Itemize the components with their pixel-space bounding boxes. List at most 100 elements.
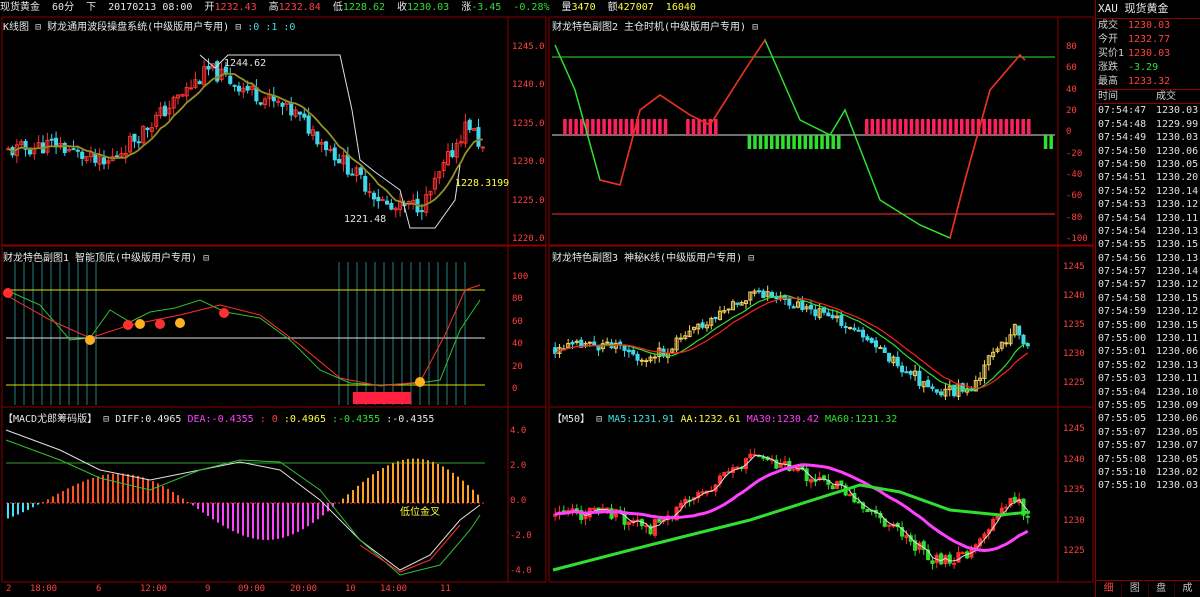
candle-body bbox=[1004, 342, 1009, 345]
tick-price: 1230.11 bbox=[1156, 212, 1199, 224]
osc-bar-up bbox=[999, 119, 1003, 135]
diff-value: 0.4965 bbox=[145, 414, 182, 425]
osc-line-red bbox=[949, 53, 1026, 239]
tick-time: 07:54:54 bbox=[1098, 212, 1147, 224]
osc-bar-up bbox=[881, 119, 886, 135]
tick-time: 07:54:50 bbox=[1098, 158, 1147, 170]
y-tick-label: 80 bbox=[1066, 42, 1077, 52]
ma60-label: MA60: bbox=[824, 414, 856, 425]
tick-price: 1230.13 bbox=[1156, 359, 1199, 371]
quote-row: 涨跌 -3.29 bbox=[1098, 61, 1200, 75]
tick-price: 1230.14 bbox=[1156, 266, 1199, 278]
collapse-icon[interactable]: ⊟ bbox=[103, 414, 109, 425]
kline-indicator-name: 财龙通用波段操盘系统(中级版用户专用) bbox=[47, 22, 230, 33]
tick-time: 07:55:00 bbox=[1098, 319, 1147, 331]
tick-row: 07:54:51 1230.20 bbox=[1098, 171, 1200, 184]
osc-bar-down bbox=[797, 135, 802, 149]
sub3-line-green bbox=[554, 295, 1029, 391]
candle-body bbox=[389, 203, 394, 210]
quote-row-label: 买价1 bbox=[1098, 48, 1125, 59]
y-tick-label: -40 bbox=[1066, 170, 1083, 180]
signal-block bbox=[353, 392, 411, 404]
ticks-header-price: 成交 bbox=[1156, 91, 1176, 102]
tick-price: 1230.05 bbox=[1156, 453, 1199, 465]
ticks-header-time: 时间 bbox=[1098, 91, 1118, 102]
tick-price: 1230.11 bbox=[1156, 333, 1199, 345]
candle-body bbox=[761, 290, 766, 299]
tick-row: 07:55:03 1230.11 bbox=[1098, 372, 1200, 385]
collapse-icon[interactable]: ⊟ bbox=[35, 22, 41, 33]
quote-tabs: 细图盘成 bbox=[1096, 580, 1200, 597]
quote-tab[interactable]: 细 bbox=[1096, 581, 1123, 597]
osc-bar-down bbox=[753, 135, 757, 149]
candle-body bbox=[197, 81, 202, 85]
candle-body bbox=[631, 350, 636, 355]
tick-time: 07:54:54 bbox=[1098, 225, 1147, 237]
candle-body bbox=[644, 525, 649, 528]
quote-tab[interactable]: 图 bbox=[1122, 581, 1149, 597]
y-tick-label: 1235 bbox=[1063, 485, 1085, 495]
charts-canvas[interactable] bbox=[0, 0, 1095, 597]
osc-bar-up bbox=[954, 119, 958, 135]
osc-bar-up bbox=[568, 119, 573, 135]
candle-body bbox=[635, 353, 640, 361]
osc-bar-up bbox=[904, 119, 908, 135]
osc-bar-up bbox=[926, 119, 930, 135]
osc-bar-up bbox=[714, 119, 718, 135]
y-tick-label: 1225 bbox=[1063, 546, 1085, 556]
candle-body bbox=[605, 507, 610, 510]
candle-body bbox=[882, 347, 887, 354]
osc-bar-up bbox=[876, 119, 880, 135]
osc-bar-up bbox=[624, 119, 629, 135]
tick-row: 07:54:59 1230.12 bbox=[1098, 305, 1200, 318]
candle-body bbox=[678, 502, 683, 508]
smiley-icon bbox=[85, 335, 95, 345]
tick-row: 07:54:50 1230.05 bbox=[1098, 158, 1200, 171]
sub2-title: 财龙特色副图2 主仓时机(中级版用户专用) ⊟ bbox=[552, 18, 758, 33]
tick-time: 07:55:07 bbox=[1098, 440, 1147, 452]
candle-body bbox=[791, 306, 796, 309]
sub1-title: 财龙特色副图1 智能顶底(中级版用户专用) ⊟ bbox=[3, 249, 209, 264]
collapse-icon[interactable]: ⊟ bbox=[748, 253, 754, 264]
candle-body bbox=[592, 341, 597, 346]
collapse-icon[interactable]: ⊟ bbox=[752, 22, 758, 33]
collapse-icon[interactable]: ⊟ bbox=[203, 253, 209, 264]
x-tick-label: 14:00 bbox=[380, 584, 408, 594]
tick-time: 07:54:55 bbox=[1098, 239, 1147, 251]
tick-price: 1230.06 bbox=[1156, 346, 1199, 358]
x-tick-label: 2 bbox=[6, 584, 12, 594]
collapse-icon[interactable]: ⊟ bbox=[235, 22, 241, 33]
candle-body bbox=[570, 508, 575, 511]
osc-bar-up bbox=[1027, 119, 1031, 135]
candle-body bbox=[939, 553, 944, 565]
collapse-icon[interactable]: ⊟ bbox=[596, 414, 602, 425]
ma60-value: 1231.32 bbox=[855, 414, 898, 425]
candle-body bbox=[1012, 496, 1017, 503]
tick-list[interactable]: 07:54:47 1230.03 07:54:48 1229.99 07:54:49 12… bbox=[1096, 103, 1200, 492]
kline-low-marker: 1221.48 bbox=[344, 214, 387, 225]
diff-label: DIFF: bbox=[115, 414, 146, 425]
candle-body bbox=[49, 138, 54, 141]
tick-row: 07:55:07 1230.05 bbox=[1098, 426, 1200, 439]
tick-time: 07:54:57 bbox=[1098, 279, 1147, 291]
kline-trend-green bbox=[7, 72, 483, 207]
tick-time: 07:54:56 bbox=[1098, 252, 1147, 264]
osc-bar-down bbox=[775, 135, 780, 149]
quote-tab[interactable]: 成 bbox=[1175, 581, 1200, 597]
y-tick-label: 1225 bbox=[1063, 378, 1085, 388]
osc-bar-up bbox=[892, 119, 897, 135]
quote-tab[interactable]: 盘 bbox=[1149, 581, 1175, 597]
osc-bar-up bbox=[1004, 119, 1009, 135]
tick-row: 07:55:01 1230.06 bbox=[1098, 345, 1200, 358]
candle-body bbox=[297, 111, 302, 115]
y-tick-label: 1245 bbox=[1063, 424, 1085, 434]
tick-price: 1230.15 bbox=[1156, 292, 1199, 304]
tick-price: 1230.05 bbox=[1156, 158, 1199, 170]
candle-body bbox=[839, 480, 844, 485]
candle-body bbox=[947, 554, 952, 564]
y-tick-label: 1245 bbox=[1063, 262, 1085, 272]
y-tick-label: -60 bbox=[1066, 191, 1083, 202]
ma-title: 【M50】 ⊟ MA5:1231.91 AA:1232.61 MA30:1230… bbox=[552, 410, 897, 425]
osc-bar-down bbox=[820, 135, 824, 149]
osc-bar-up bbox=[691, 119, 696, 135]
